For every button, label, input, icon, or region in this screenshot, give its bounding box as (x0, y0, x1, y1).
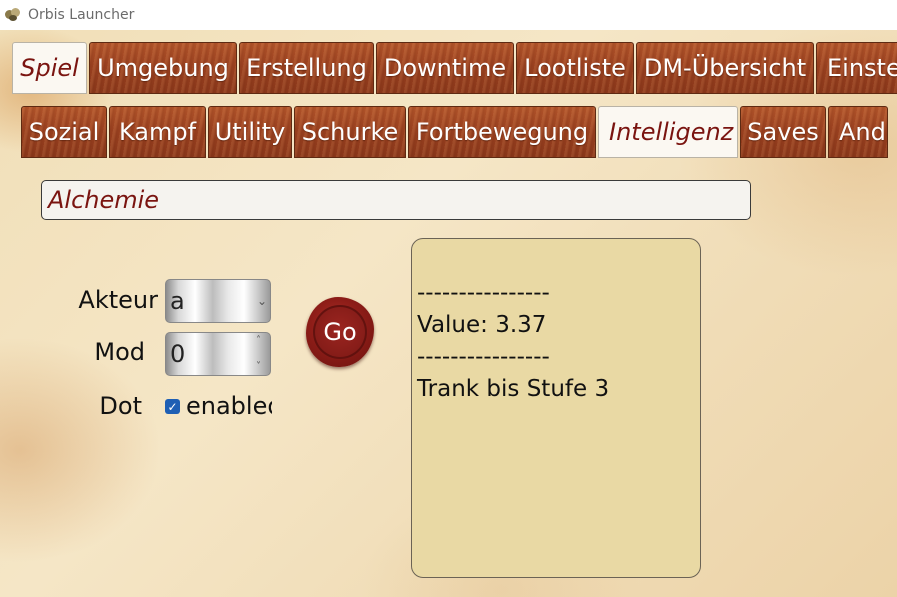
main-panel: Spiel Umgebung Erstellung Downtime Lootl… (0, 30, 897, 597)
app-icon (4, 6, 22, 24)
tab-spiel[interactable]: Spiel (12, 42, 87, 94)
tab-fortbewegung[interactable]: Fortbewegung (408, 106, 596, 158)
akteur-combobox[interactable]: a ⌄ (165, 279, 271, 323)
checkmark-icon: ✓ (167, 399, 178, 414)
chevron-down-icon[interactable]: ˅ (256, 361, 266, 373)
title-bar: Orbis Launcher (0, 0, 897, 30)
chevron-down-icon: ⌄ (256, 294, 267, 308)
tab-sozial[interactable]: Sozial (21, 106, 107, 158)
tab-utility[interactable]: Utility (208, 106, 292, 158)
tab-saves[interactable]: Saves (740, 106, 826, 158)
tab-downtime[interactable]: Downtime (376, 42, 514, 94)
output-line: ---------------- (417, 280, 550, 306)
go-button-label: Go (313, 305, 367, 359)
tab-einstellungen[interactable]: Einstellungen (816, 42, 897, 94)
mod-value: 0 (170, 340, 186, 368)
go-button[interactable]: Go (306, 297, 374, 367)
tab-dm-uebersicht[interactable]: DM-Übersicht (636, 42, 814, 94)
akteur-label: Akteur (78, 286, 158, 314)
output-line: Value: 3.37 (417, 312, 547, 338)
main-tab-bar: Spiel Umgebung Erstellung Downtime Lootl… (12, 42, 897, 94)
dot-label: Dot (99, 392, 142, 420)
tab-erstellung[interactable]: Erstellung (239, 42, 374, 94)
dot-checkbox-label[interactable]: enabled (186, 392, 272, 420)
tab-andere[interactable]: Andere (828, 106, 888, 158)
akteur-value: a (170, 287, 185, 315)
tab-umgebung[interactable]: Umgebung (89, 42, 237, 94)
output-panel: ---------------- Value: 3.37 -----------… (411, 238, 701, 578)
chevron-up-icon[interactable]: ˄ (256, 335, 266, 347)
mod-label: Mod (94, 338, 145, 366)
spell-field[interactable]: Alchemie (41, 180, 751, 220)
tab-kampf[interactable]: Kampf (109, 106, 206, 158)
output-line: Trank bis Stufe 3 (417, 376, 610, 402)
tab-schurke[interactable]: Schurke (294, 106, 406, 158)
output-line: ---------------- (417, 344, 550, 370)
sub-tab-bar: Sozial Kampf Utility Schurke Fortbewegun… (21, 106, 890, 158)
tab-lootliste[interactable]: Lootliste (516, 42, 634, 94)
window-title: Orbis Launcher (28, 7, 135, 23)
spin-arrows[interactable]: ˄ ˅ (256, 335, 266, 373)
dot-checkbox[interactable]: ✓ (165, 399, 180, 414)
tab-intelligenz[interactable]: Intelligenz (598, 106, 738, 158)
mod-spinbox[interactable]: 0 ˄ ˅ (165, 332, 271, 376)
